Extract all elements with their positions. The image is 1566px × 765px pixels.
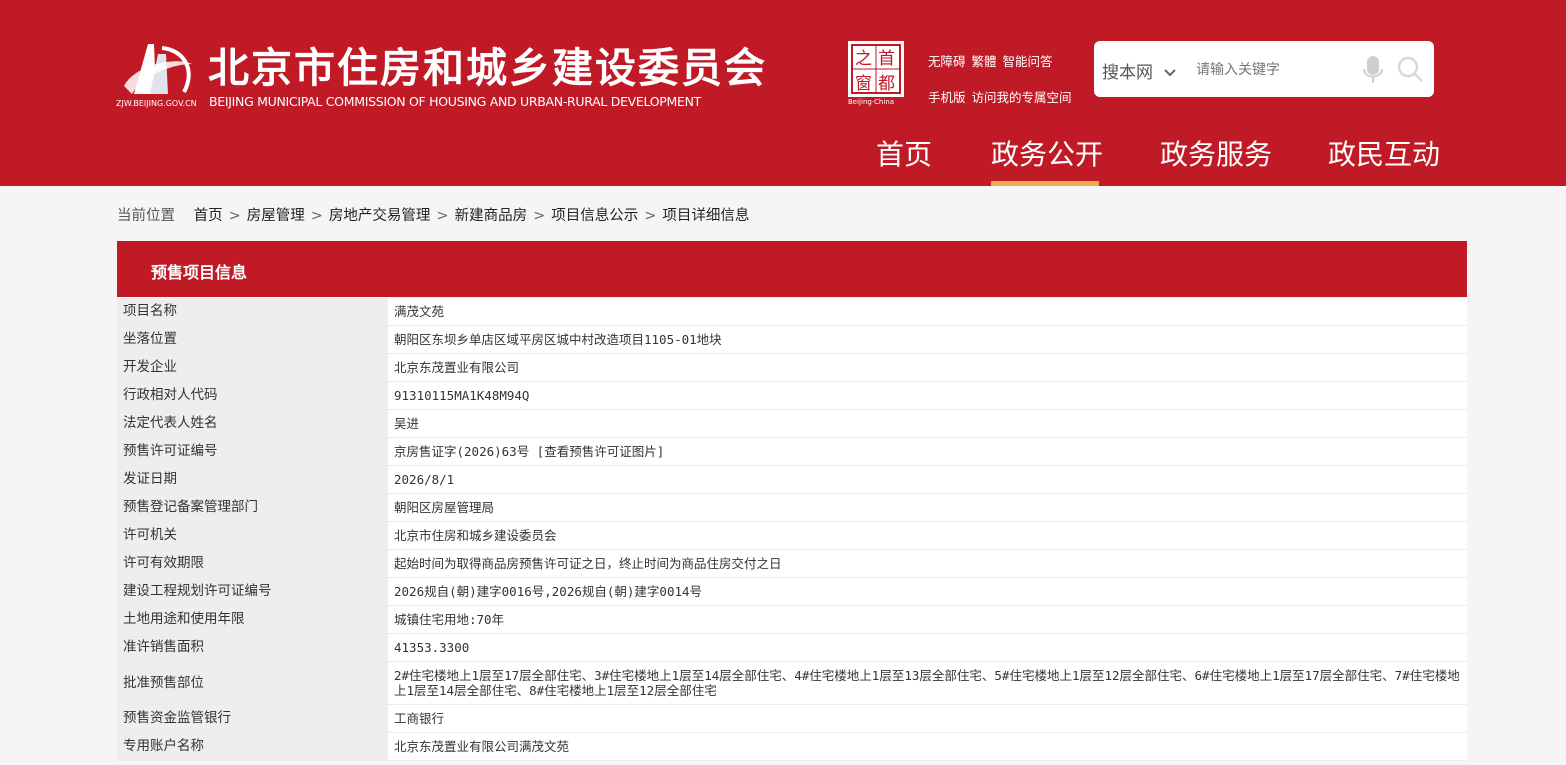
table-row: 许可机关 北京市住房和城乡建设委员会 (117, 521, 1467, 550)
row-label: 开发企业 (117, 353, 388, 382)
seal-char-2: 都 (878, 74, 895, 94)
row-label: 许可有效期限 (117, 549, 388, 578)
row-value: 起始时间为取得商品房预售许可证之日，终止时间为商品住房交付之日 (388, 549, 1467, 578)
row-value: 朝阳区房屋管理局 (388, 493, 1467, 522)
seal-char-3: 之 (855, 49, 872, 69)
row-value: 朝阳区东坝乡单店区域平房区城中村改造项目1105-01地块 (388, 325, 1467, 354)
microphone-icon[interactable] (1362, 55, 1384, 85)
row-label: 专用账户名称 (117, 732, 388, 761)
breadcrumb-project-detail[interactable]: 项目详细信息 (662, 208, 749, 224)
table-row: 坐落位置 朝阳区东坝乡单店区域平房区城中村改造项目1105-01地块 (117, 325, 1467, 354)
table-row: 项目名称 满茂文苑 (117, 298, 1467, 326)
row-value: 满茂文苑 (388, 298, 1467, 326)
search-icon[interactable] (1396, 55, 1424, 83)
breadcrumb-separator: > (644, 208, 657, 224)
breadcrumb-project-publicity[interactable]: 项目信息公示 (551, 208, 638, 224)
panel-header: 预售项目信息 (117, 241, 1467, 297)
breadcrumb-home[interactable]: 首页 (194, 208, 223, 224)
row-value: 2026规自(朝)建字0016号,2026规自(朝)建字0014号 (388, 577, 1467, 606)
nav-active-indicator (991, 181, 1099, 186)
breadcrumb-separator: > (228, 208, 241, 224)
row-value: 91310115MA1K48M94Q (388, 381, 1467, 410)
site-header: ZJW.BEIJING.GOV.CN 北京市住房和城乡建设委员会 BEIJING… (0, 0, 1566, 186)
row-value: 41353.3300 (388, 633, 1467, 662)
seal-char-4: 窗 (855, 74, 872, 94)
breadcrumb-new-commercial-housing[interactable]: 新建商品房 (455, 208, 528, 224)
table-row: 土地用途和使用年限 城镇住宅用地:70年 (117, 605, 1467, 634)
nav-government-services[interactable]: 政务服务 (1160, 133, 1272, 173)
smart-qa-link[interactable]: 智能问答 (1003, 54, 1053, 69)
row-label: 准许销售面积 (117, 633, 388, 662)
row-value: 北京市住房和城乡建设委员会 (388, 521, 1467, 550)
accessibility-link[interactable]: 无障碍 (928, 54, 966, 69)
row-value: 城镇住宅用地:70年 (388, 605, 1467, 634)
table-row: 行政相对人代码 91310115MA1K48M94Q (117, 381, 1467, 410)
personal-space-link[interactable]: 访问我的专属空间 (972, 90, 1072, 105)
search-input[interactable] (1194, 55, 1348, 85)
table-row: 批准预售部位 2#住宅楼地上1层至17层全部住宅、3#住宅楼地上1层至14层全部住… (117, 661, 1467, 705)
mobile-version-link[interactable]: 手机版 (928, 90, 966, 105)
logo-text: ZJW.BEIJING.GOV.CN (116, 99, 197, 108)
row-value: 2026/8/1 (388, 465, 1467, 494)
row-label: 项目名称 (117, 298, 388, 326)
row-label: 法定代表人姓名 (117, 409, 388, 438)
panel-title: 预售项目信息 (151, 263, 248, 282)
breadcrumb-separator: > (533, 208, 546, 224)
row-label: 建设工程规划许可证编号 (117, 577, 388, 606)
table-row: 建设工程规划许可证编号 2026规自(朝)建字0016号,2026规自(朝)建字0… (117, 577, 1467, 606)
table-row: 预售资金监管银行 工商银行 (117, 704, 1467, 733)
row-label: 预售许可证编号 (117, 437, 388, 466)
site-logo[interactable]: ZJW.BEIJING.GOV.CN (114, 36, 204, 110)
nav-home[interactable]: 首页 (876, 133, 932, 173)
row-label: 土地用途和使用年限 (117, 605, 388, 634)
nav-public-interaction[interactable]: 政民互动 (1328, 133, 1440, 173)
seal-caption: Beijing·China (848, 98, 894, 106)
view-permit-image-link[interactable]: [查看预售许可证图片] (537, 444, 665, 459)
row-label: 预售登记备案管理部门 (117, 493, 388, 522)
site-title: 北京市住房和城乡建设委员会 (208, 44, 767, 92)
top-links-row-2: 手机版 访问我的专属空间 (928, 80, 1078, 116)
row-label: 许可机关 (117, 521, 388, 550)
presale-permit-number: 京房售证字(2026)63号 (394, 444, 530, 459)
row-value: 北京东茂置业有限公司满茂文苑 (388, 732, 1467, 761)
chevron-down-icon (1164, 69, 1177, 77)
breadcrumb-housing-management[interactable]: 房屋管理 (247, 208, 305, 224)
row-label: 坐落位置 (117, 325, 388, 354)
breadcrumb-separator: > (436, 208, 449, 224)
row-value: 工商银行 (388, 704, 1467, 733)
row-value: 吴进 (388, 409, 1467, 438)
table-row: 开发企业 北京东茂置业有限公司 (117, 353, 1467, 382)
table-row: 预售登记备案管理部门 朝阳区房屋管理局 (117, 493, 1467, 522)
presale-info-table: 项目名称 满茂文苑 坐落位置 朝阳区东坝乡单店区域平房区城中村改造项目1105-01… (117, 298, 1467, 761)
row-label: 行政相对人代码 (117, 381, 388, 410)
traditional-chinese-link[interactable]: 繁體 (972, 54, 997, 69)
row-label: 批准预售部位 (117, 661, 388, 705)
nav-government-affairs-disclosure[interactable]: 政务公开 (991, 133, 1103, 173)
row-value: 北京东茂置业有限公司 (388, 353, 1467, 382)
capital-window-seal[interactable]: 首 都 之 窗 Beijing·China (847, 40, 905, 106)
top-links: 无障碍 繁體 智能问答 手机版 访问我的专属空间 (928, 44, 1078, 116)
breadcrumb-lead: 当前位置 (117, 208, 175, 224)
search-scope-dropdown[interactable]: 搜本网 (1102, 58, 1177, 83)
table-row: 预售许可证编号 京房售证字(2026)63号 [查看预售许可证图片] (117, 437, 1467, 466)
table-row: 准许销售面积 41353.3300 (117, 633, 1467, 662)
table-row: 发证日期 2026/8/1 (117, 465, 1467, 494)
table-row: 专用账户名称 北京东茂置业有限公司满茂文苑 (117, 732, 1467, 761)
row-label: 预售资金监管银行 (117, 704, 388, 733)
top-links-row-1: 无障碍 繁體 智能问答 (928, 44, 1078, 80)
breadcrumb-separator: > (310, 208, 323, 224)
row-label: 发证日期 (117, 465, 388, 494)
table-row: 法定代表人姓名 吴进 (117, 409, 1467, 438)
seal-char-1: 首 (878, 49, 895, 69)
site-subtitle: BEIJING MUNICIPAL COMMISSION OF HOUSING … (209, 94, 701, 109)
table-row: 许可有效期限 起始时间为取得商品房预售许可证之日，终止时间为商品住房交付之日 (117, 549, 1467, 578)
breadcrumb-real-estate-trading[interactable]: 房地产交易管理 (329, 208, 431, 224)
search-scope-label: 搜本网 (1102, 63, 1153, 83)
row-value-cell: 京房售证字(2026)63号 [查看预售许可证图片] (388, 437, 1467, 466)
row-value: 2#住宅楼地上1层至17层全部住宅、3#住宅楼地上1层至14层全部住宅、4#住宅… (388, 661, 1467, 705)
breadcrumb: 当前位置 首页 > 房屋管理 > 房地产交易管理 > 新建商品房 > 项目信息公示 > 项目详细信息 (117, 204, 749, 225)
